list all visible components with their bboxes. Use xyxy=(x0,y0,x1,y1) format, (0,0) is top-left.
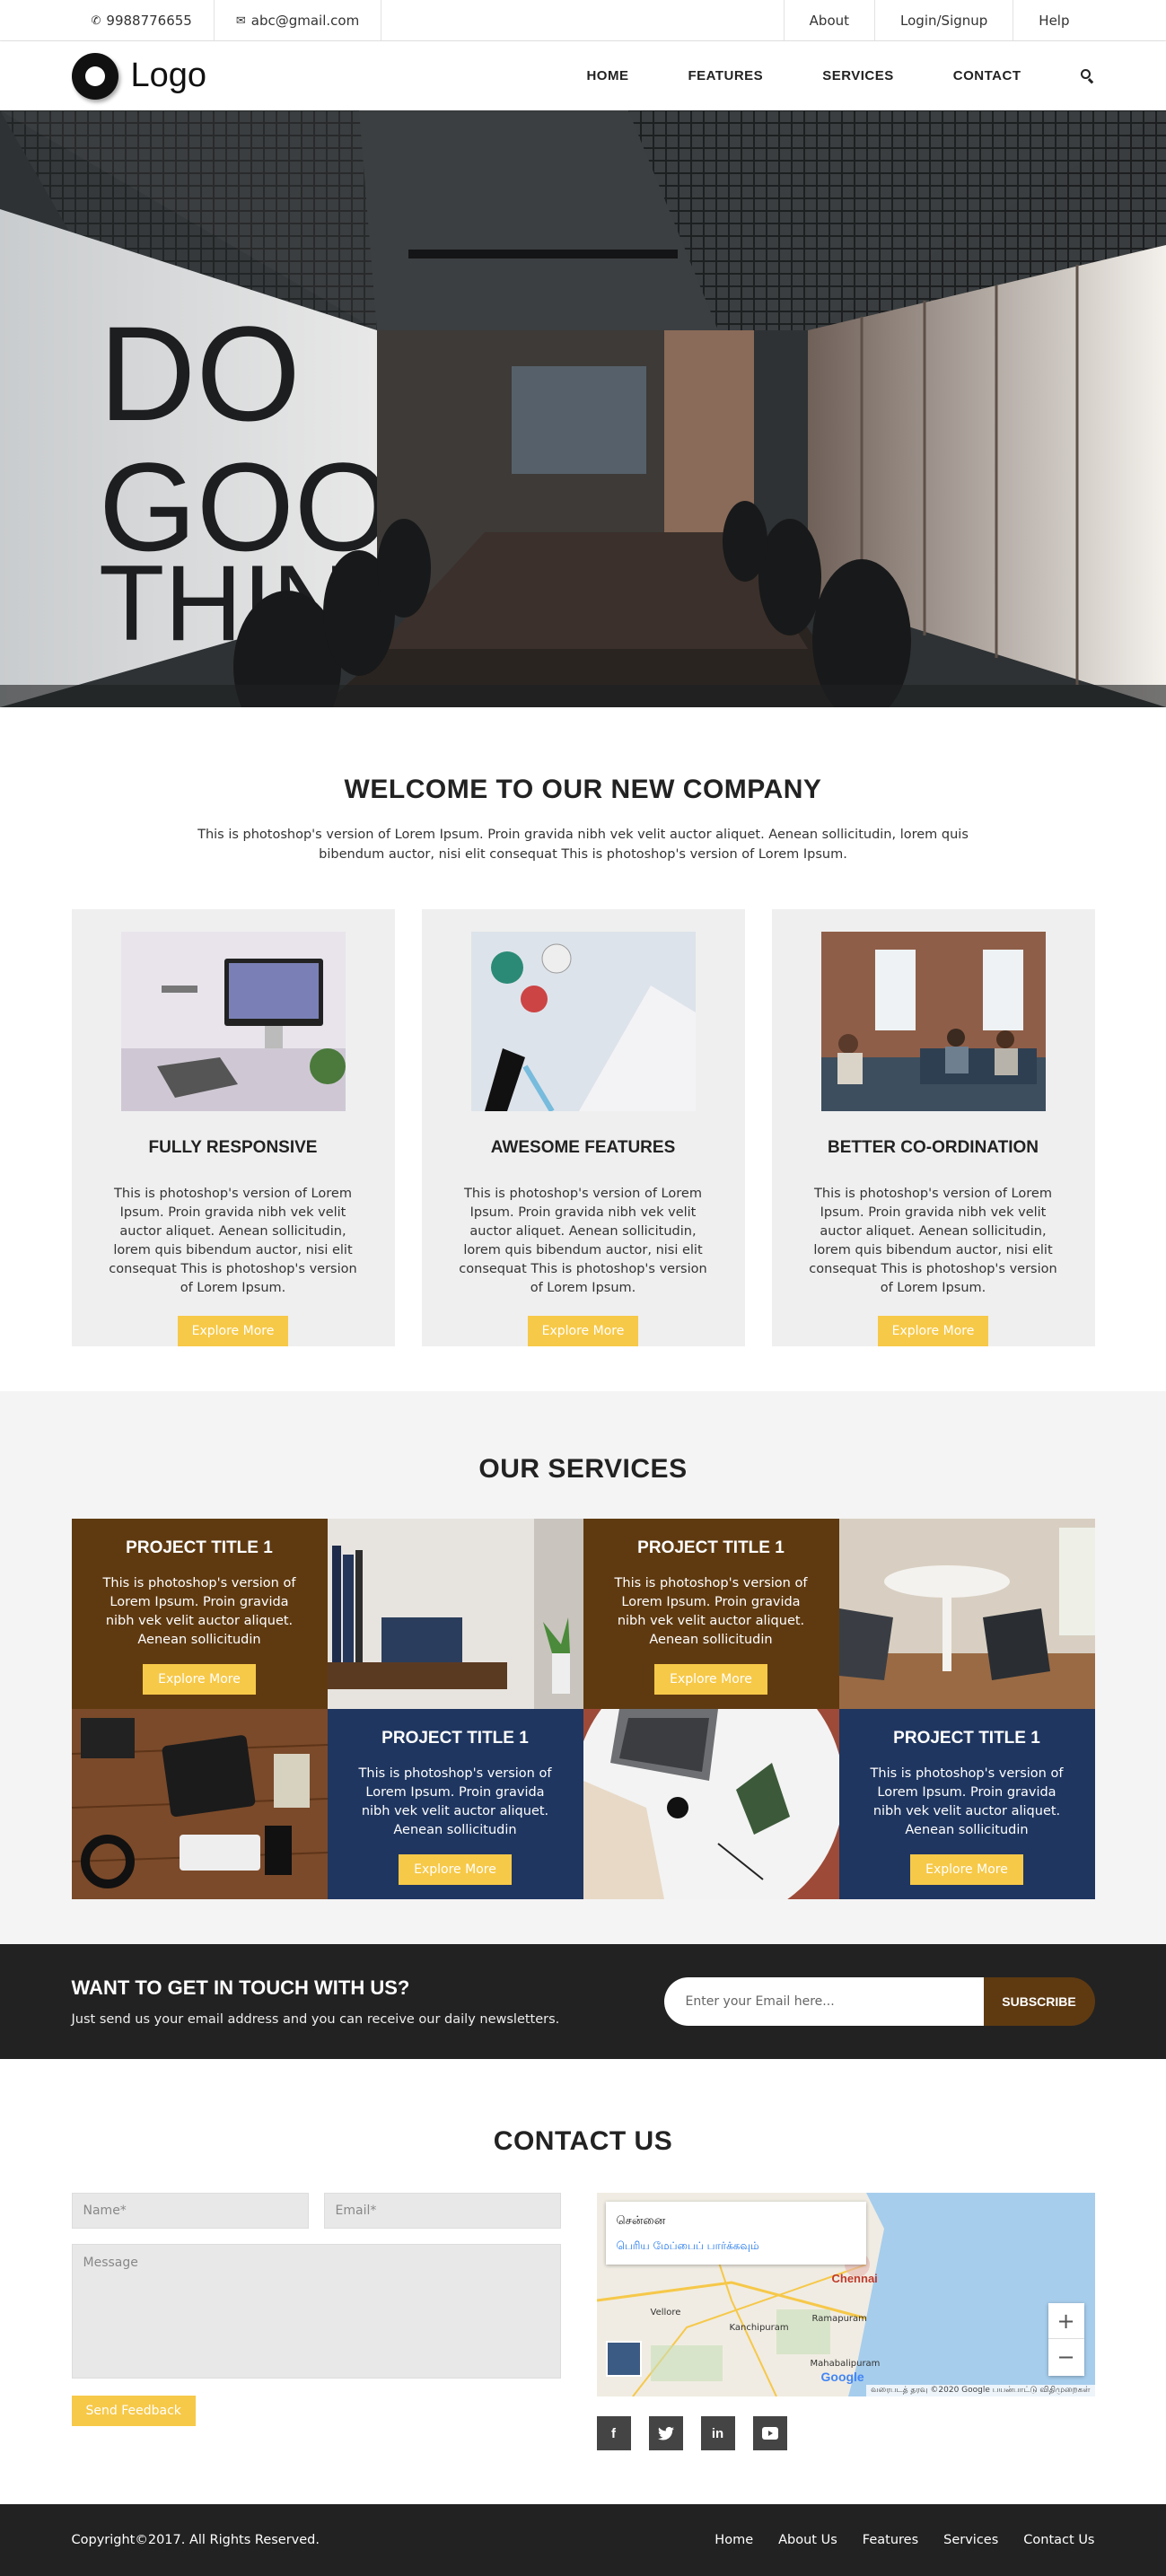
explore-more-button[interactable]: Explore More xyxy=(177,1316,289,1346)
map-label-ramapuram: Ramapuram xyxy=(811,2314,867,2324)
map-label-mahabalipuram: Mahabalipuram xyxy=(810,2359,881,2369)
youtube-icon[interactable] xyxy=(752,2416,787,2450)
view-larger-map-link[interactable]: பெரிய மேப்பைப் பார்க்கவும் xyxy=(617,2239,855,2254)
email-address: abc@gmail.com xyxy=(250,13,360,29)
project-text: This is photoshop's version of Lorem Ips… xyxy=(870,1766,1064,1837)
map-label-kanchipuram: Kanchipuram xyxy=(729,2323,789,2333)
card-text: This is photoshop's version of Lorem Ips… xyxy=(459,1187,707,1295)
newsletter-email-input[interactable] xyxy=(663,1977,984,2026)
newsletter-form: SUBSCRIBE xyxy=(663,1977,1095,2026)
laptop-image xyxy=(583,1709,839,1899)
logo-icon xyxy=(71,52,118,100)
footer: Copyright©2017. All Rights Reserved. Hom… xyxy=(0,2504,1166,2576)
project-text: This is photoshop's version of Lorem Ips… xyxy=(358,1766,552,1837)
card-title: BETTER CO-ORDINATION xyxy=(827,1138,1039,1157)
email-contact[interactable]: ✉ abc@gmail.com xyxy=(215,0,382,41)
nav-features[interactable]: FEATURES xyxy=(688,68,763,83)
name-field[interactable] xyxy=(71,2193,309,2229)
contact-title: CONTACT US xyxy=(493,2126,673,2156)
nav-services[interactable]: SERVICES xyxy=(822,68,894,83)
map-info-card: சென்னை பெரிய மேப்பைப் பார்க்கவும் xyxy=(605,2202,866,2265)
map-city-name: சென்னை xyxy=(616,2214,666,2228)
phone-icon: ✆ xyxy=(91,13,101,28)
footer-link-home[interactable]: Home xyxy=(715,2533,753,2547)
contact-form: Send Feedback xyxy=(71,2193,561,2450)
twitter-icon[interactable] xyxy=(648,2416,683,2450)
project-tile: PROJECT TITLE 1 This is photoshop's vers… xyxy=(838,1709,1095,1899)
phone-contact[interactable]: ✆ 9988776655 xyxy=(72,0,215,41)
map-zoom-control: + − xyxy=(1048,2303,1084,2376)
zoom-in-button[interactable]: + xyxy=(1048,2303,1084,2339)
nav-contact[interactable]: CONTACT xyxy=(953,68,1021,83)
project-tile: PROJECT TITLE 1 This is photoshop's vers… xyxy=(71,1519,328,1709)
footer-link-features[interactable]: Features xyxy=(863,2533,918,2547)
responsive-image xyxy=(120,932,346,1111)
project-text: This is photoshop's version of Lorem Ips… xyxy=(614,1576,808,1647)
hero-image: DO GOOD THINGS xyxy=(0,110,1166,707)
about-link[interactable]: About xyxy=(783,0,874,41)
map-attribution[interactable]: வரைபடத் தரவு ©2020 Google பயன்பாட்டு வித… xyxy=(866,2385,1095,2396)
top-bar: ✆ 9988776655 ✉ abc@gmail.com About Login… xyxy=(0,0,1166,41)
welcome-intro: This is photoshop's version of Lorem Ips… xyxy=(197,828,969,862)
feature-card: BETTER CO-ORDINATION This is photoshop's… xyxy=(771,909,1095,1346)
explore-more-button[interactable]: Explore More xyxy=(399,1854,512,1885)
desk-gear-image xyxy=(71,1709,328,1899)
map-label-chennai: Chennai xyxy=(831,2272,878,2285)
services-grid: PROJECT TITLE 1 This is photoshop's vers… xyxy=(71,1519,1095,1899)
linkedin-icon[interactable]: in xyxy=(700,2416,735,2450)
newsletter-subtitle: Just send us your email address and you … xyxy=(71,2012,560,2027)
books-image xyxy=(327,1519,583,1709)
project-text: This is photoshop's version of Lorem Ips… xyxy=(102,1576,296,1647)
footer-link-about[interactable]: About Us xyxy=(778,2533,837,2547)
project-title: PROJECT TITLE 1 xyxy=(381,1729,529,1748)
help-link[interactable]: Help xyxy=(1013,0,1094,41)
map-label-vellore: Vellore xyxy=(650,2308,681,2318)
email-field[interactable] xyxy=(323,2193,561,2229)
project-title: PROJECT TITLE 1 xyxy=(637,1538,785,1557)
hero-wall-text-1: DO xyxy=(99,298,301,449)
newsletter-title: WANT TO GET IN TOUCH WITH US? xyxy=(71,1976,410,1999)
copyright-text: Copyright©2017. All Rights Reserved. xyxy=(71,2533,320,2547)
message-field[interactable] xyxy=(71,2244,561,2379)
card-title: FULLY RESPONSIVE xyxy=(148,1138,318,1157)
services-title: OUR SERVICES xyxy=(478,1454,688,1484)
project-title: PROJECT TITLE 1 xyxy=(126,1538,273,1557)
search-icon[interactable] xyxy=(1080,68,1095,83)
phone-number: 9988776655 xyxy=(106,13,192,29)
explore-more-button[interactable]: Explore More xyxy=(143,1664,256,1695)
google-map[interactable]: Chennai Vellore Kanchipuram Ramapuram Ma… xyxy=(596,2193,1095,2396)
footer-link-services[interactable]: Services xyxy=(943,2533,998,2547)
welcome-title: WELCOME TO OUR NEW COMPANY xyxy=(344,775,822,804)
features-image xyxy=(470,932,696,1111)
subscribe-button[interactable]: SUBSCRIBE xyxy=(983,1977,1095,2026)
project-tile: PROJECT TITLE 1 This is photoshop's vers… xyxy=(583,1519,839,1709)
logo[interactable]: Logo xyxy=(71,52,207,100)
explore-more-button[interactable]: Explore More xyxy=(527,1316,639,1346)
project-tile: PROJECT TITLE 1 This is photoshop's vers… xyxy=(327,1709,583,1899)
logo-text: Logo xyxy=(130,57,207,94)
facebook-icon[interactable]: f xyxy=(596,2416,631,2450)
envelope-icon: ✉ xyxy=(235,13,246,28)
login-signup-link[interactable]: Login/Signup xyxy=(874,0,1013,41)
newsletter-section: WANT TO GET IN TOUCH WITH US? Just send … xyxy=(0,1944,1166,2059)
street-view-icon[interactable] xyxy=(605,2341,642,2377)
nav-home[interactable]: HOME xyxy=(586,68,628,83)
card-title: AWESOME FEATURES xyxy=(490,1138,676,1157)
card-text: This is photoshop's version of Lorem Ips… xyxy=(809,1187,1057,1295)
card-text: This is photoshop's version of Lorem Ips… xyxy=(109,1187,357,1295)
send-feedback-button[interactable]: Send Feedback xyxy=(71,2396,196,2426)
explore-more-button[interactable]: Explore More xyxy=(877,1316,989,1346)
social-links: f in xyxy=(596,2416,1095,2450)
dining-image xyxy=(838,1519,1095,1709)
google-logo: Google xyxy=(820,2370,864,2384)
feature-card: FULLY RESPONSIVE This is photoshop's ver… xyxy=(71,909,395,1346)
explore-more-button[interactable]: Explore More xyxy=(654,1664,767,1695)
project-title: PROJECT TITLE 1 xyxy=(893,1729,1040,1748)
explore-more-button[interactable]: Explore More xyxy=(910,1854,1023,1885)
coordination-image xyxy=(820,932,1046,1111)
feature-card: AWESOME FEATURES This is photoshop's ver… xyxy=(421,909,745,1346)
main-nav: Logo HOME FEATURES SERVICES CONTACT xyxy=(0,41,1166,110)
zoom-out-button[interactable]: − xyxy=(1048,2339,1084,2375)
footer-link-contact[interactable]: Contact Us xyxy=(1023,2533,1094,2547)
